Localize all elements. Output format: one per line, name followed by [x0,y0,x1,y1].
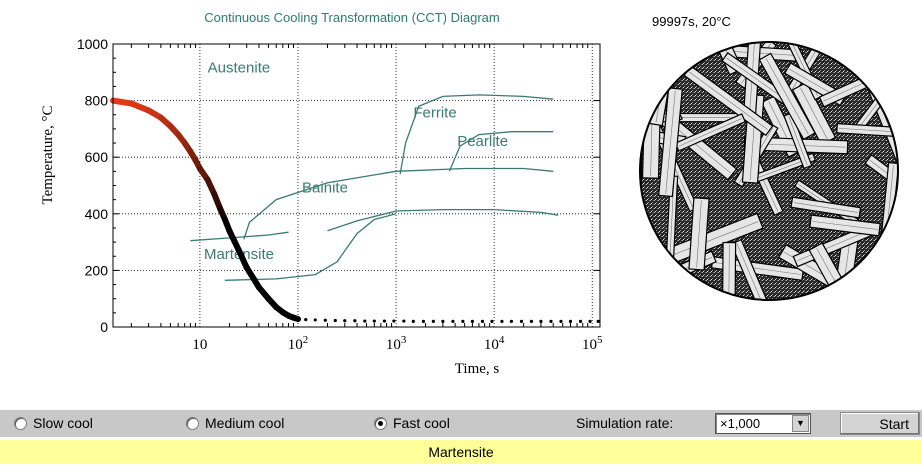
y-tick-label: 400 [85,206,109,222]
transformation-curve [190,231,289,242]
transformation-curve [327,208,559,232]
radio-button-icon [186,416,199,430]
x-tick-base: 10 [484,337,499,353]
cooling-path-dot [304,318,308,322]
status-bar: Martensite [0,440,922,464]
cooling-path-dot [451,319,455,323]
x-tick-label: 102 [288,334,309,353]
x-tick-exponent: 3 [401,334,407,346]
cooling-path-dot [411,319,415,323]
cooling-path-dot [333,318,337,323]
cooling-path-dot [421,319,426,323]
cooling-path-dot [372,319,376,323]
slow-cool-label: Slow cool [33,415,93,431]
x-tick-base: 10 [582,337,597,353]
fast-cool-label: Fast cool [393,415,450,431]
cooling-path-dot [441,319,445,323]
y-axis-label: Temperature, °C [40,105,56,204]
x-tick-exponent: 5 [597,334,603,346]
cooling-path-dot [509,319,514,323]
cooling-path-dot [382,319,386,323]
cooling-path-dot [353,319,357,323]
microstructure-image [639,41,899,301]
cooling-path-segment [290,314,301,323]
cooling-path-dot [568,319,573,323]
medium-cool-radio[interactable]: Medium cool [186,415,284,431]
cooling-path-dot [490,319,494,323]
x-tick-label: 103 [386,334,407,353]
x-tick-label: 105 [582,334,603,353]
cooling-path-dot [529,319,534,323]
cooling-path-dot [539,319,543,323]
slow-cool-radio[interactable]: Slow cool [14,415,93,431]
fast-cool-radio[interactable]: Fast cool [374,415,450,431]
y-tick-label: 0 [100,319,108,335]
control-bar: Slow cool Medium cool Fast cool Simulati… [0,410,922,437]
cooling-path-dot [549,319,553,323]
cooling-path-dot [323,318,327,322]
cooling-path-dot [588,319,592,323]
y-tick-label: 200 [85,262,109,278]
simulation-rate-label: Simulation rate: [576,415,674,431]
cooling-path-dot [519,319,524,323]
cooling-path-dot [480,319,485,323]
phase-region-label: Bainite [302,180,348,197]
dropdown-arrow-icon[interactable]: ▼ [792,415,809,432]
cooling-path-dot [431,319,435,323]
cct-simulation-window: Continuous Cooling Transformation (CCT) … [0,0,922,468]
start-button[interactable]: Start [840,412,920,435]
cooling-path-dot [363,319,367,323]
plot-frame [112,43,601,328]
cooling-path-dot [596,319,600,323]
chart-title: Continuous Cooling Transformation (CCT) … [204,10,500,25]
cooling-path-dot [500,319,504,323]
radio-selected-icon [374,416,387,430]
phase-region-label: Austenite [208,59,271,76]
cooling-path-dot [313,318,317,322]
x-tick-base: 10 [192,337,207,353]
x-tick-base: 10 [288,337,303,353]
x-tick-exponent: 4 [499,334,505,346]
x-tick-label: 10 [192,337,207,353]
simulation-rate-value: ×1,000 [720,416,761,431]
cooling-path-dot [578,319,583,323]
cooling-path-dot [402,319,406,323]
x-axis-label: Time, s [455,361,500,375]
simulation-rate-select[interactable]: ×1,000 ▼ [715,413,811,434]
x-tick-base: 10 [386,337,401,353]
cooling-path-dot [343,319,347,323]
phase-region-label: Pearlite [457,133,508,150]
cct-chart: Continuous Cooling Transformation (CCT) … [40,10,603,375]
y-tick-label: 600 [85,149,109,165]
cooling-path-dot [392,319,396,323]
x-tick-label: 104 [484,334,505,353]
phase-region-label: Ferrite [413,105,456,122]
medium-cool-label: Medium cool [205,415,285,431]
cooling-path-dot [559,319,563,323]
transformation-curve [243,167,554,240]
cooling-path-dot [461,319,465,323]
time-temperature-readout: 99997s, 20°C [652,14,731,29]
cooling-path-dot [470,319,474,323]
y-tick-label: 1000 [77,36,108,52]
x-tick-exponent: 2 [303,334,309,346]
radio-button-icon [14,416,27,430]
y-tick-label: 800 [85,93,109,109]
